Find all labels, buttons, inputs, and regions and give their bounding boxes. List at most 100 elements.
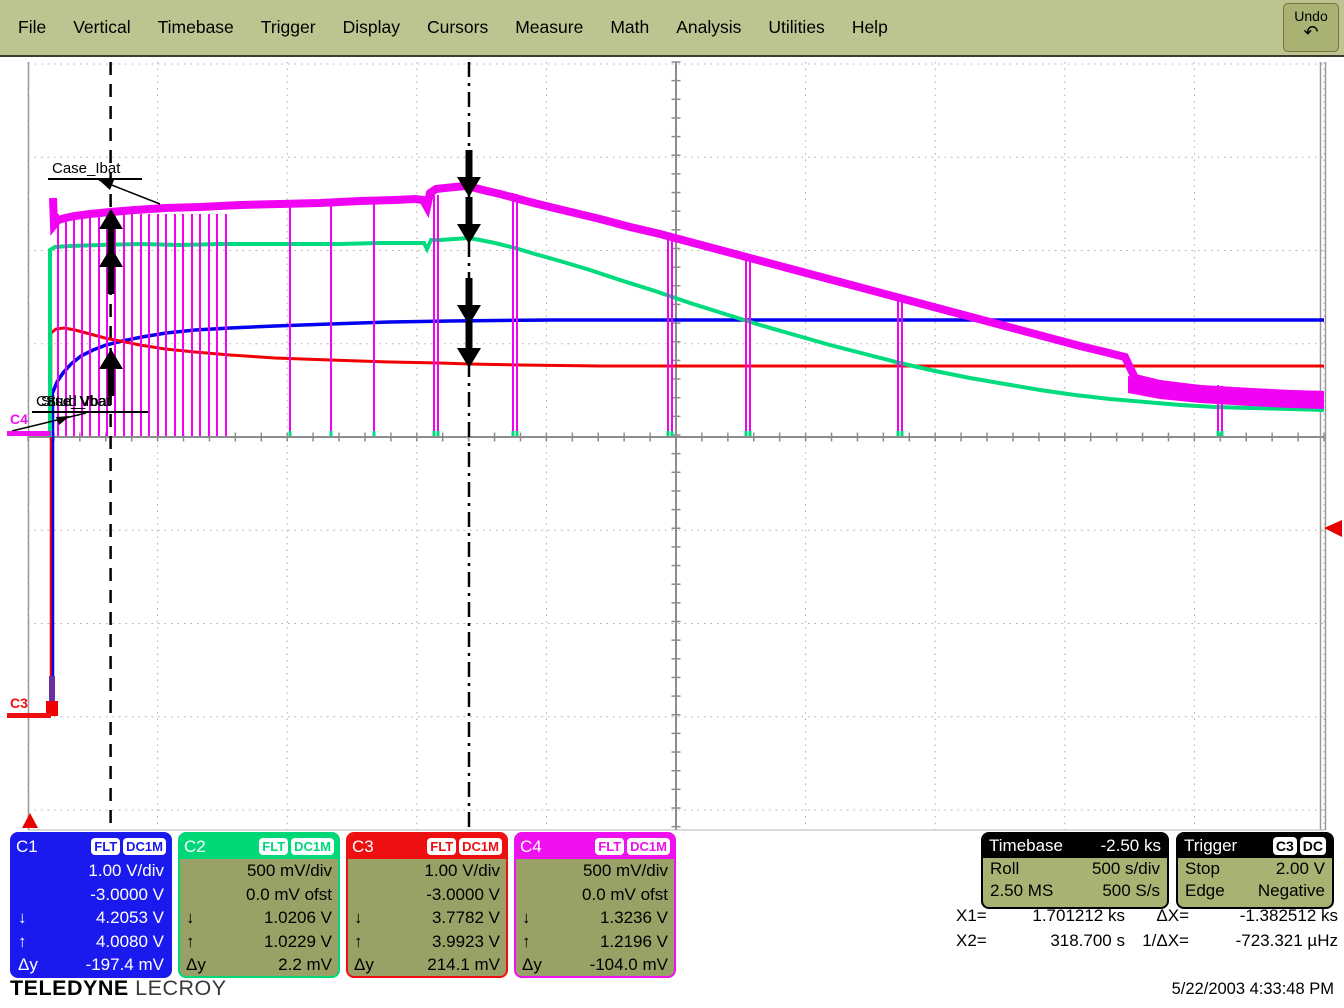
undo-button[interactable]: Undo ↶ [1283, 3, 1339, 52]
channel-descriptor-c3[interactable]: C3 FLT DC1M 1.00 V/div -3.0000 V ↓ 3.7782… [346, 832, 508, 978]
dx-value: -1.382512 ks [1193, 906, 1338, 926]
c2-spike-tick [433, 431, 436, 436]
channel-descriptor-c1[interactable]: C1 FLT DC1M 1.00 V/div -3.0000 V ↓ 4.2053… [10, 832, 172, 978]
cursor-down-icon: ↓ [18, 906, 27, 930]
datetime-stamp: 5/22/2003 4:33:48 PM [1172, 980, 1334, 999]
cursor-down-icon: ↓ [354, 906, 363, 930]
delta-y-value: -197.4 mV [86, 953, 164, 977]
cursor-down-icon: ↓ [522, 906, 531, 930]
cursor-up-icon: ↑ [354, 930, 363, 954]
dx-label: ΔX= [1125, 906, 1193, 926]
invdx-value: -723.321 µHz [1193, 931, 1338, 951]
delta-y-value: 214.1 mV [427, 953, 500, 977]
channel-position-bar-c4[interactable] [7, 431, 51, 436]
c2-spike-tick [289, 431, 292, 436]
vdiv-value: 500 mV/div [583, 859, 668, 883]
cursor2-value: 3.9923 V [432, 930, 500, 954]
delta-y-value: -104.0 mV [590, 953, 668, 977]
menu-display[interactable]: Display [343, 17, 400, 38]
brand-lecroy: LECROY [135, 976, 226, 1000]
c2-spike-tick [749, 431, 752, 436]
menu-cursors[interactable]: Cursors [427, 17, 488, 38]
c2-spike-tick [373, 431, 376, 436]
coupling-badge: DC1M [627, 838, 670, 855]
trigger-descriptor[interactable]: Trigger C3 DC Stop2.00 V EdgeNegative [1176, 832, 1334, 909]
trigger-type: Edge [1185, 881, 1225, 901]
vdiv-value: 500 mV/div [247, 859, 332, 883]
timebase-delay: -2.50 ks [1101, 836, 1161, 856]
offset-value: 0.0 mV ofst [246, 883, 332, 907]
cursor1-value: 4.2053 V [96, 906, 164, 930]
menu-utilities[interactable]: Utilities [768, 17, 824, 38]
vdiv-value: 1.00 V/div [88, 859, 164, 883]
coupling-badge: DC1M [459, 838, 502, 855]
brand-logo: TELEDYNE LECROY [10, 976, 227, 1001]
vdiv-value: 1.00 V/div [424, 859, 500, 883]
timebase-samples: 2.50 MS [990, 881, 1053, 901]
menu-measure[interactable]: Measure [515, 17, 583, 38]
coupling-badge: DC1M [291, 838, 334, 855]
timebase-title: Timebase [989, 836, 1063, 856]
trigger-slope: Negative [1258, 881, 1325, 901]
cursor-up-icon: ↑ [18, 930, 27, 954]
delta-y-label: Δy [18, 953, 38, 977]
c2-spike-tick [745, 431, 748, 436]
annotation-overlapped-label: Stud_Ibat [46, 393, 111, 410]
x1-value: 1.701212 ks [1000, 906, 1125, 926]
menu-analysis[interactable]: Analysis [676, 17, 741, 38]
x2-label: X2= [956, 931, 1000, 951]
channel-position-bar-c3[interactable] [7, 713, 51, 718]
offset-value: -3.0000 V [426, 883, 500, 907]
c2-spike-tick [1221, 431, 1224, 436]
menu-file[interactable]: File [18, 17, 46, 38]
channel-position-marker-c3[interactable]: C3 [10, 695, 28, 711]
channel-descriptor-c2[interactable]: C2 FLT DC1M 500 mV/div 0.0 mV ofst ↓ 1.02… [178, 832, 340, 978]
menu-timebase[interactable]: Timebase [158, 17, 234, 38]
delta-y-label: Δy [354, 953, 374, 977]
menu-vertical[interactable]: Vertical [73, 17, 130, 38]
c2-spike-tick [667, 431, 670, 436]
timebase-sdiv: 500 s/div [1092, 859, 1160, 879]
cursor-down-icon: ↓ [186, 906, 195, 930]
c2-spike-tick [437, 431, 440, 436]
channel-position-marker-c4[interactable]: C4 [10, 411, 28, 427]
menu-math[interactable]: Math [610, 17, 649, 38]
offset-value: 0.0 mV ofst [582, 883, 668, 907]
cursor2-value: 4.0080 V [96, 930, 164, 954]
waveform-display[interactable]: Case_IbatCase_VbatStud_VbatStud_IbatC4C3 [0, 57, 1344, 833]
annotation-case-ibat: Case_Ibat [52, 160, 121, 177]
cursor-readout-row2: X2= 318.700 s 1/ΔX= -723.321 µHz [956, 931, 1338, 951]
cursor2-value: 1.2196 V [600, 930, 668, 954]
filter-badge: FLT [91, 838, 120, 855]
offset-value: -3.0000 V [90, 883, 164, 907]
menu-help[interactable]: Help [852, 17, 888, 38]
delta-y-label: Δy [186, 953, 206, 977]
cursor2-value: 1.0229 V [264, 930, 332, 954]
timebase-descriptor[interactable]: Timebase -2.50 ks Roll 500 s/div 2.50 MS 5… [981, 832, 1169, 909]
x2-value: 318.700 s [1000, 931, 1125, 951]
invdx-label: 1/ΔX= [1125, 931, 1193, 951]
channel-id-c1: C1 [16, 837, 88, 857]
cursor1-value: 1.0206 V [264, 906, 332, 930]
x1-label: X1= [956, 906, 1000, 926]
c2-spike-tick [897, 431, 900, 436]
filter-badge: FLT [427, 838, 456, 855]
cursor1-value: 1.3236 V [600, 906, 668, 930]
coupling-badge: DC1M [123, 838, 166, 855]
menu-trigger[interactable]: Trigger [261, 17, 316, 38]
trigger-coupling-badge: DC [1300, 837, 1326, 855]
c2-spike-tick [1217, 431, 1220, 436]
channel-id-c2: C2 [184, 837, 256, 857]
channel-descriptor-c4[interactable]: C4 FLT DC1M 500 mV/div 0.0 mV ofst ↓1.32… [514, 832, 676, 978]
channel-id-c3: C3 [352, 837, 424, 857]
cursor-up-icon: ↑ [186, 930, 195, 954]
trigger-level: 2.00 V [1276, 859, 1325, 879]
timebase-mode: Roll [990, 859, 1019, 879]
menu-bar: File Vertical Timebase Trigger Display C… [0, 0, 1344, 57]
cursor1-value: 3.7782 V [432, 906, 500, 930]
filter-badge: FLT [259, 838, 288, 855]
c2-spike-tick [901, 431, 904, 436]
c2-spike-tick [671, 431, 674, 436]
delta-y-value: 2.2 mV [278, 953, 332, 977]
timebase-rate: 500 S/s [1102, 881, 1160, 901]
